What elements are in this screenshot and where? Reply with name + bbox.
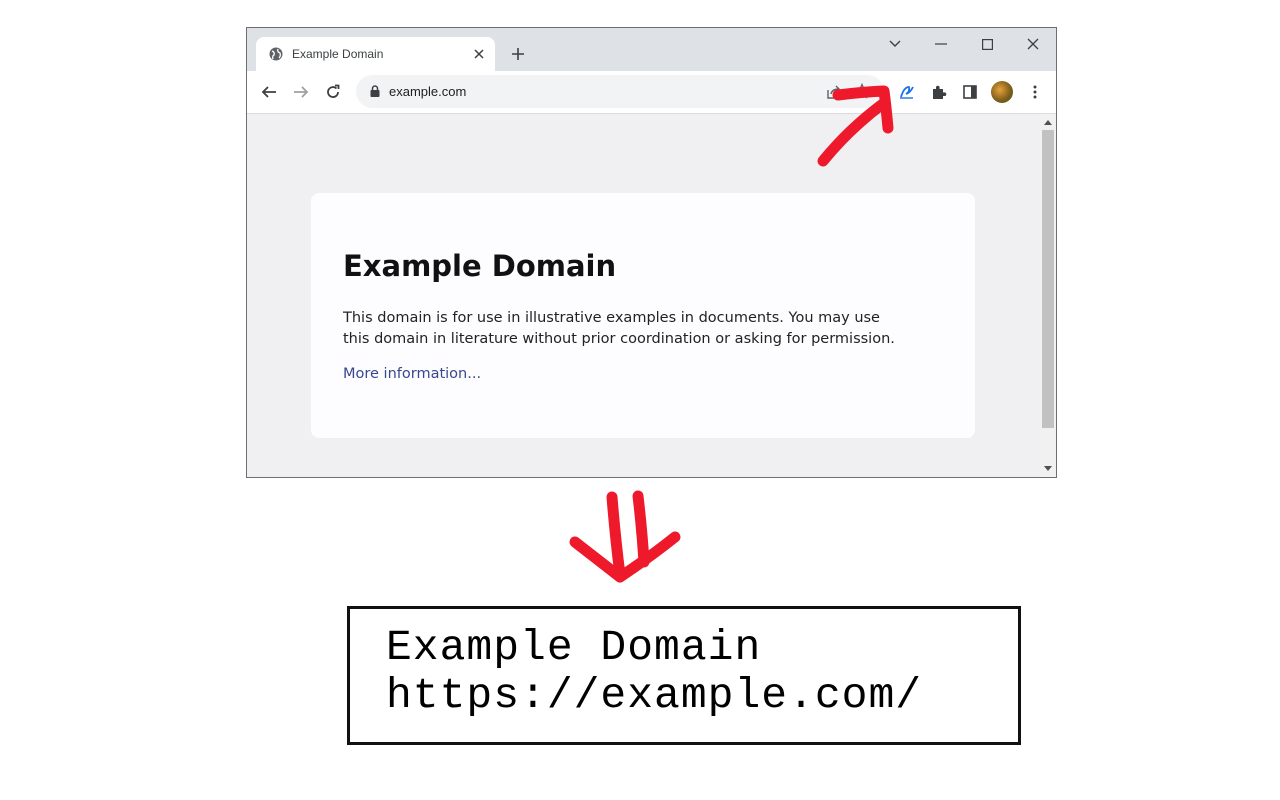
- extensions-puzzle-icon[interactable]: [927, 80, 951, 104]
- scrollbar-thumb[interactable]: [1042, 130, 1054, 428]
- minimize-button[interactable]: [923, 32, 959, 56]
- reload-icon[interactable]: [321, 80, 345, 104]
- kebab-menu-icon[interactable]: [1023, 80, 1047, 104]
- output-url: https://example.com/: [386, 671, 923, 720]
- bookmark-star-icon[interactable]: [852, 81, 872, 101]
- tab-search-chevron-down-icon[interactable]: [877, 32, 913, 56]
- output-box: Example Domain https://example.com/: [347, 606, 1021, 745]
- share-icon[interactable]: [824, 82, 844, 102]
- tab-title: Example Domain: [292, 47, 384, 61]
- url-text[interactable]: example.com: [389, 84, 466, 99]
- scroll-down-arrow-icon[interactable]: [1044, 466, 1052, 471]
- profile-avatar[interactable]: [991, 81, 1013, 103]
- output-title: Example Domain: [386, 623, 762, 672]
- vertical-scrollbar[interactable]: [1040, 114, 1056, 477]
- back-arrow-icon[interactable]: [257, 80, 281, 104]
- forward-arrow-icon[interactable]: [289, 80, 313, 104]
- page-description: This domain is for use in illustrative e…: [343, 310, 895, 347]
- tab-example-domain[interactable]: Example Domain: [256, 37, 495, 71]
- more-information-link[interactable]: More information...: [343, 366, 943, 382]
- browser-window: Example Domain example.com Example Domai…: [246, 27, 1057, 478]
- tab-strip: Example Domain: [247, 28, 1056, 71]
- side-panel-icon[interactable]: [958, 80, 982, 104]
- page-viewport: Example Domain This domain is for use in…: [247, 114, 1040, 477]
- maximize-button[interactable]: [969, 32, 1005, 56]
- down-double-arrow: [569, 490, 681, 583]
- tab-close-icon[interactable]: [469, 44, 489, 64]
- browser-toolbar: example.com: [247, 71, 1056, 114]
- extension-copy-icon[interactable]: [895, 80, 919, 104]
- globe-icon: [268, 46, 284, 62]
- scroll-up-arrow-icon[interactable]: [1044, 120, 1052, 125]
- new-tab-button[interactable]: [507, 43, 529, 65]
- address-bar[interactable]: example.com: [356, 75, 884, 108]
- close-window-button[interactable]: [1015, 32, 1051, 56]
- page-heading: Example Domain: [343, 249, 617, 283]
- content-card: Example Domain This domain is for use in…: [311, 193, 975, 438]
- lock-icon[interactable]: [368, 84, 382, 98]
